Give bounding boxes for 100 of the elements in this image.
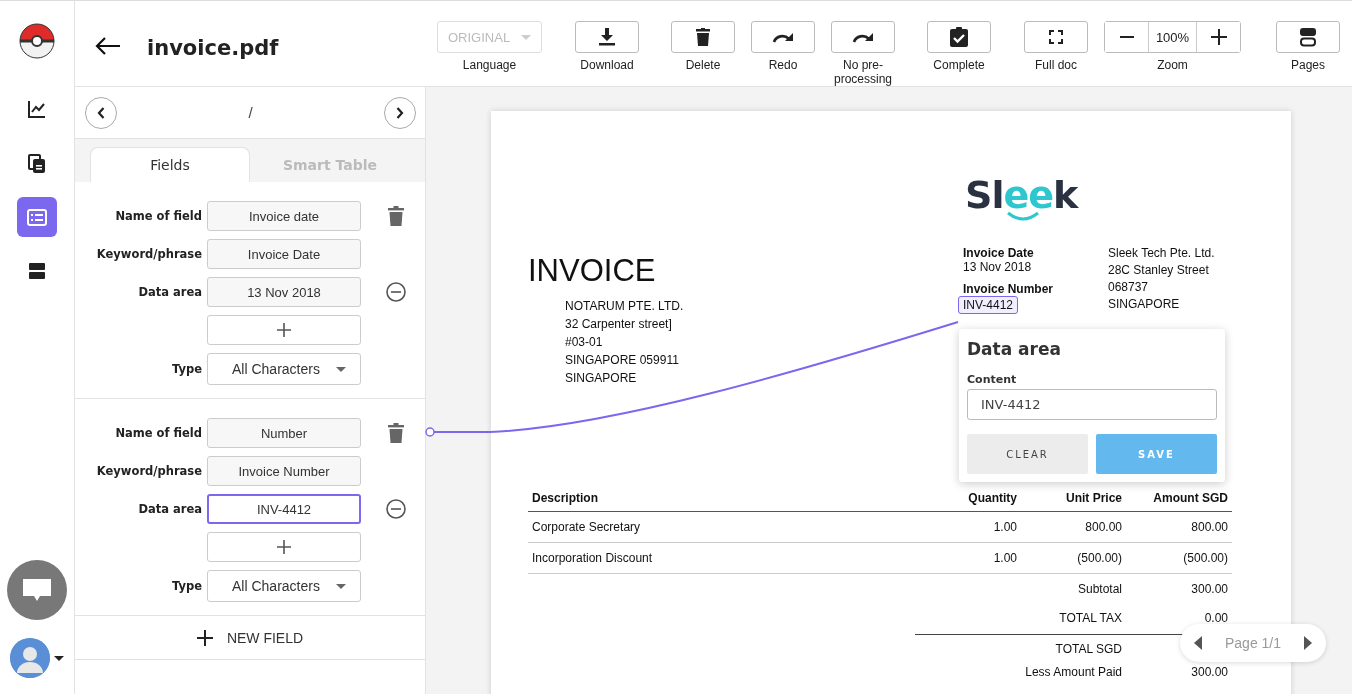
field-label: Keyword/phrase (95, 247, 202, 261)
trash-icon[interactable] (387, 206, 404, 226)
clear-button[interactable]: CLEAR (967, 434, 1088, 474)
field-label: Type (171, 362, 202, 376)
toolbar-label: Delete (684, 58, 722, 72)
field-label: Name of field (114, 209, 202, 223)
chart-icon (26, 98, 48, 120)
content-field[interactable]: INV-4412 (967, 389, 1217, 420)
field-label: Data area (137, 285, 202, 299)
address-line: SINGAPORE 059911 (565, 352, 680, 368)
documents-icon (26, 152, 48, 174)
caret-icon (336, 583, 346, 589)
field-label: Keyword/phrase (95, 464, 202, 478)
meta-value[interactable]: INV-4412 (958, 296, 1019, 314)
complete-button[interactable] (927, 21, 991, 53)
table-cell-text: 800.00 (1190, 520, 1229, 534)
input-field[interactable]: Invoice Date (207, 239, 361, 269)
previous-button[interactable] (85, 96, 117, 129)
table-cell-text: (500.00) (1182, 551, 1229, 565)
input-field[interactable]: Number (207, 418, 361, 448)
field-label: Data area (137, 502, 202, 516)
toolbar-label: Download (579, 58, 635, 72)
ball-logo-icon[interactable] (19, 23, 55, 59)
caret-icon[interactable] (54, 655, 64, 661)
trash-icon[interactable] (387, 423, 404, 443)
pages-icon (26, 260, 48, 282)
column-header: Quantity (967, 491, 1018, 505)
address-line: SINGAPORE (565, 370, 638, 386)
input-field[interactable]: Invoice date (207, 201, 361, 231)
delete-button[interactable] (671, 21, 735, 53)
back-arrow-icon[interactable] (95, 37, 121, 55)
total-label: Less Amount Paid (1024, 665, 1123, 679)
popup-title: Data area (967, 339, 1062, 359)
toolbar-label: Pages (1290, 58, 1326, 72)
column-header: Unit Price (1065, 491, 1123, 505)
redo-button[interactable] (751, 21, 815, 53)
input-field[interactable]: INV-4412 (207, 494, 361, 524)
meta-value: 13 Nov 2018 (963, 260, 1032, 274)
table-cell-text: Corporate Secretary (531, 520, 642, 534)
total-label: Subtotal (1076, 581, 1123, 596)
redo-icon (772, 31, 794, 43)
table-cell-text: Incorporation Discount (531, 551, 654, 565)
minus-icon (1119, 36, 1134, 38)
address-line: Sleek Tech Pte. Ltd. (1108, 245, 1215, 261)
total-value: 300.00 (1190, 581, 1229, 596)
address-line: #03-01 (565, 334, 604, 350)
content-label: Content (967, 373, 1018, 386)
toolbar-label: Zoom (1156, 58, 1189, 72)
minus-circle-icon[interactable] (385, 499, 406, 519)
caret-icon (521, 34, 531, 40)
total-label: TOTAL SGD (1054, 642, 1123, 656)
toolbar-label: No pre-processing (833, 58, 893, 86)
plus-icon (1210, 29, 1227, 45)
previous-page-icon[interactable] (1194, 636, 1202, 650)
redo-icon (852, 31, 874, 43)
type-dropdown[interactable]: All Characters (207, 353, 361, 385)
input-field[interactable]: 13 Nov 2018 (207, 277, 361, 307)
type-dropdown[interactable]: All Characters (207, 570, 361, 602)
table-cell-text: (500.00) (1076, 551, 1123, 565)
toolbar-label: Full doc (1034, 58, 1078, 72)
table-cell-text: 1.00 (992, 551, 1018, 565)
minus-circle-icon[interactable] (385, 282, 406, 302)
toolbar-label: Complete (932, 58, 986, 72)
connector-handle[interactable] (425, 427, 435, 437)
field-label: Type (171, 579, 202, 593)
chat-button[interactable] (7, 560, 67, 620)
field-label: Name of field (114, 426, 202, 440)
redo-button[interactable] (831, 21, 895, 53)
invoice-heading: INVOICE (528, 255, 657, 287)
next-page-icon[interactable] (1304, 636, 1312, 650)
address-line: NOTARUM PTE. LTD. (565, 298, 685, 314)
fullscreen-button[interactable] (1024, 21, 1088, 53)
address-line: SINGAPORE (1108, 296, 1181, 312)
fullscreen-icon (1049, 30, 1063, 44)
plus-icon (196, 629, 213, 646)
toolbar-label: Language (461, 58, 518, 72)
total-value: 0.00 (1203, 610, 1229, 625)
chat-bubble-icon (22, 577, 52, 603)
plus-icon (276, 322, 292, 338)
total-label: TOTAL TAX (1058, 610, 1123, 625)
form-icon (26, 206, 48, 228)
clipboard-check-icon (950, 27, 968, 47)
address-line: 32 Carpenter street] (565, 316, 673, 332)
plus-icon (276, 539, 292, 555)
pages-icon (1299, 27, 1317, 47)
download-icon (599, 28, 615, 46)
input-field[interactable]: Invoice Number (207, 456, 361, 486)
column-header: Amount SGD (1152, 491, 1229, 505)
trash-icon (696, 28, 710, 46)
download-button[interactable] (575, 21, 639, 53)
address-line: 28C Stanley Street (1108, 262, 1210, 278)
pages-button[interactable] (1276, 21, 1340, 53)
next-button[interactable] (384, 96, 416, 129)
column-header: Description (531, 491, 599, 505)
tab[interactable]: Fields (90, 147, 250, 182)
table-cell-text: 800.00 (1084, 520, 1123, 534)
chevron-left-icon (97, 106, 105, 119)
address-line: 068737 (1108, 279, 1150, 295)
document-title: invoice.pdf (147, 36, 280, 60)
toolbar-label: Redo (767, 58, 799, 72)
